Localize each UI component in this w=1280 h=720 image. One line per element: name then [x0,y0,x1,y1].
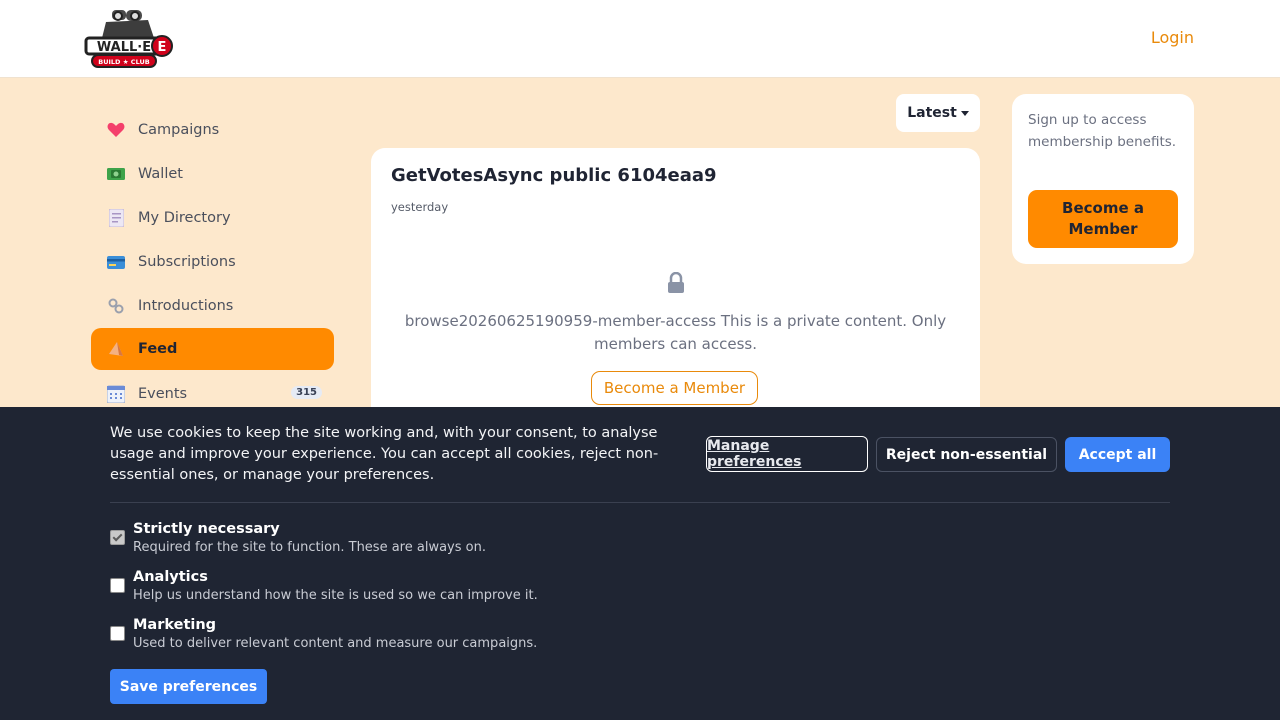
accept-all-button[interactable]: Accept all [1065,437,1170,472]
private-content-message: browse20260625190959-member-access This … [404,312,947,353]
cookie-banner: We use cookies to keep the site working … [0,407,1280,720]
credit-card-icon [107,253,125,271]
login-link[interactable]: Login [1151,28,1194,47]
cookie-message: We use cookies to keep the site working … [110,425,659,483]
sidebar-item-campaigns[interactable]: Campaigns [91,108,334,152]
strictly-necessary-checkbox [110,530,125,545]
divider [110,502,1170,503]
sidebar-item-label: Wallet [138,166,183,182]
membership-card: Sign up to access membership benefits. B… [1012,94,1194,264]
post-title[interactable]: GetVotesAsync public 6104eaa9 [391,165,717,186]
sidebar-item-subscriptions[interactable]: Subscriptions [91,240,334,284]
preference-description: Used to deliver relevant content and mea… [133,636,538,651]
calendar-icon [107,385,125,403]
sidebar-item-my-directory[interactable]: My Directory [91,196,334,240]
preference-name: Analytics [133,569,208,585]
save-preferences-button[interactable]: Save preferences [110,669,267,704]
post-timestamp: yesterday [391,200,449,214]
reject-non-essential-button[interactable]: Reject non-essential [876,437,1057,472]
preference-description: Required for the site to function. These… [133,540,486,555]
sidebar-item-introductions[interactable]: Introductions [91,284,334,328]
svg-text:E: E [158,40,167,55]
sidebar-item-label: My Directory [138,210,231,226]
caret-down-icon [960,110,969,116]
feed-post-card: GetVotesAsync public 6104eaa9 yesterday … [371,148,980,448]
logo-text: WALL·E [97,40,151,55]
preference-description: Help us understand how the site is used … [133,588,538,603]
sidebar-item-wallet[interactable]: Wallet [91,152,334,196]
post-become-member-button[interactable]: Become a Member [591,371,758,405]
analytics-checkbox[interactable] [110,578,125,593]
sidebar-item-label: Introductions [138,298,234,314]
sidebar-nav: Campaigns Wallet My Directory Subscripti… [91,108,334,416]
sidebar-item-feed[interactable]: Feed [91,328,334,370]
site-logo[interactable]: WALL·E E BUILD ★ CLUB [84,8,176,70]
membership-text: Sign up to access membership benefits. [1028,112,1177,150]
sidebar-item-label: Events [138,386,188,402]
link-icon [107,297,125,315]
preference-name: Strictly necessary [133,521,280,537]
sidebar-item-label: Campaigns [138,122,220,138]
preference-name: Marketing [133,617,217,633]
document-icon [107,209,125,227]
events-count-badge: 315 [291,386,322,399]
sidebar-item-label: Feed [138,341,178,357]
logo-subtext: BUILD ★ CLUB [98,58,149,66]
heart-icon [107,121,125,139]
sort-label: Latest [907,105,957,121]
top-bar: WALL·E E BUILD ★ CLUB Login [0,0,1280,78]
sidebar-item-label: Subscriptions [138,254,236,270]
sort-dropdown[interactable]: Latest [896,94,980,132]
marketing-checkbox[interactable] [110,626,125,641]
become-member-label: Become a Member [1062,199,1144,238]
become-member-button[interactable]: Become a Member [1028,190,1178,248]
manage-preferences-button[interactable]: Manage preferences [706,436,868,472]
lock-icon [666,271,686,294]
megaphone-icon [107,340,125,358]
money-icon [107,165,125,183]
